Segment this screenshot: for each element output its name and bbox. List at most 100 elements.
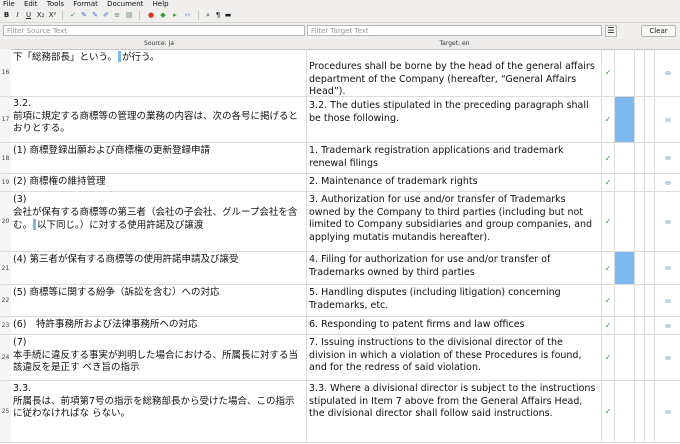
table-row[interactable]: 25 3.3. 所属長は、前項第7号の指示を総務部長から受けた場合、この指示に従…	[0, 381, 680, 443]
status-cell	[635, 285, 645, 316]
confirmed-icon: ✓	[602, 381, 615, 442]
comment-cell[interactable]	[655, 285, 680, 316]
format-icon[interactable]: ▬	[224, 11, 232, 20]
comment-cell[interactable]	[655, 381, 680, 442]
target-text: 3. Authorization for use and/or transfer…	[309, 194, 593, 243]
target-cell[interactable]: 1. Trademark registration applications a…	[307, 143, 602, 173]
comment-icon[interactable]	[664, 298, 671, 303]
comment-cell[interactable]	[655, 192, 680, 251]
list-icon[interactable]: ☰	[605, 25, 617, 37]
source-cell[interactable]: 3.3. 所属長は、前項第7号の指示を総務部長から受けた場合、この指示に従わなけ…	[11, 381, 307, 442]
source-cell[interactable]: (6) 特許事務所および法律事務所への対応	[11, 317, 307, 334]
pilcrow-icon[interactable]: ¶	[214, 11, 222, 20]
status-cell	[645, 317, 655, 334]
status-cell	[635, 381, 645, 442]
source-cell[interactable]: 下「総務部長」という。 が行う。	[11, 49, 307, 96]
merge-icon[interactable]: ≡	[113, 11, 121, 20]
comment-cell[interactable]	[655, 49, 680, 96]
source-cell[interactable]: 3.2. 前項に規定する商標等の管理の業務の内容は、次の各号に掲げるとおりとする…	[11, 97, 307, 142]
row-number: 20	[0, 192, 11, 251]
pencil-icon[interactable]: ✎	[80, 11, 88, 20]
edit-icon[interactable]: ✐	[102, 11, 110, 20]
underline-button[interactable]: U	[25, 11, 32, 20]
table-row[interactable]: 19 (2) 商標権の維持管理 2. Maintenance of tradem…	[0, 174, 680, 192]
source-cell[interactable]: (5) 商標等に関する紛争（訴訟を含む）への対応	[11, 285, 307, 316]
menu-file[interactable]: File	[3, 0, 15, 9]
comment-icon[interactable]	[664, 323, 671, 328]
subscript-button[interactable]: X₂	[36, 11, 45, 20]
comment-cell[interactable]	[655, 174, 680, 191]
source-text: (2) 商標権の維持管理	[13, 176, 106, 187]
table-row[interactable]: 17 3.2. 前項に規定する商標等の管理の業務の内容は、次の各号に掲げるとおり…	[0, 97, 680, 143]
source-cell[interactable]: (1) 商標登録出願および商標権の更新登録申請	[11, 143, 307, 173]
comment-icon[interactable]	[664, 117, 671, 122]
source-text: (1) 商標登録出願および商標権の更新登録申請	[13, 145, 210, 156]
comment-icon[interactable]	[664, 156, 671, 160]
source-cell[interactable]: (3) 会社が保有する商標等の第三者（会社の子会社、グループ会社を含む。 以下同じ…	[11, 192, 307, 251]
comment-cell[interactable]	[655, 252, 680, 284]
source-cell[interactable]: (2) 商標権の維持管理	[11, 174, 307, 191]
menu-format[interactable]: Format	[73, 0, 98, 9]
target-cell[interactable]: 7. Issuing instructions to the divisiona…	[307, 335, 602, 380]
binoculars-icon[interactable]: ⌕	[204, 11, 212, 20]
clear-button[interactable]: Clear	[641, 25, 676, 37]
menu-tools[interactable]: Tools	[47, 0, 64, 9]
table-row[interactable]: 22 (5) 商標等に関する紛争（訴訟を含む）への対応 5. Handling …	[0, 285, 680, 317]
bold-button[interactable]: B	[3, 11, 10, 20]
comment-icon[interactable]	[664, 355, 671, 360]
confirm-icon[interactable]: ✓	[69, 11, 77, 20]
menu-edit[interactable]: Edit	[24, 0, 38, 9]
status-cell	[645, 252, 655, 284]
comment-cell[interactable]	[655, 317, 680, 334]
source-cell[interactable]: (7) 本手続に違反する事実が判明した場合における、所属長に対する当該違反を是正…	[11, 335, 307, 380]
status-cell	[635, 97, 645, 142]
target-cell[interactable]: 3.3. Where a divisional director is subj…	[307, 381, 602, 442]
comment-icon[interactable]	[664, 409, 671, 414]
table-row[interactable]: 23 (6) 特許事務所および法律事務所への対応 6. Responding t…	[0, 317, 680, 335]
table-row[interactable]: 16 下「総務部長」という。 が行う。 Procedures shall be b…	[0, 49, 680, 97]
menu-document[interactable]: Document	[107, 0, 143, 9]
row-number: 25	[0, 381, 11, 442]
source-column-header[interactable]: Source: ja	[11, 39, 307, 49]
target-cell[interactable]: 3. Authorization for use and/or transfer…	[307, 192, 602, 251]
table-row[interactable]: 21 (4) 第三者が保有する商標等の使用許諾申請及び譲受 4. Filing …	[0, 252, 680, 285]
stop-icon[interactable]: ●	[147, 11, 155, 20]
table-row[interactable]: 24 (7) 本手続に違反する事実が判明した場合における、所属長に対する当該違反…	[0, 335, 680, 381]
confirmed-icon: ✓	[602, 252, 615, 284]
target-cell[interactable]: Procedures shall be borne by the head of…	[307, 49, 602, 96]
source-text: 3.2. 前項に規定する商標等の管理の業務の内容は、次の各号に掲げるとおりとする…	[13, 98, 299, 134]
menu-help[interactable]: Help	[153, 0, 169, 9]
filter-target-input[interactable]: Filter Target Text	[307, 25, 602, 36]
comment-cell[interactable]	[655, 335, 680, 380]
target-cell[interactable]: 3.2. The duties stipulated in the preced…	[307, 97, 602, 142]
target-cell[interactable]: 5. Handling disputes (including litigati…	[307, 285, 602, 316]
add-icon[interactable]: ◆	[159, 11, 167, 20]
status-cell	[645, 285, 655, 316]
status-cell	[645, 192, 655, 251]
superscript-button[interactable]: X²	[48, 11, 57, 20]
target-cell[interactable]: 4. Filing for authorization for use and/…	[307, 252, 602, 284]
next-icon[interactable]: ▸	[171, 11, 179, 20]
filter-source-input[interactable]: Filter Source Text	[3, 25, 305, 36]
comment-icon[interactable]	[664, 219, 671, 224]
comment-icon[interactable]	[664, 180, 671, 185]
tag-icon[interactable]: ‹›	[183, 11, 192, 20]
target-column-header[interactable]: Target: en	[307, 39, 602, 49]
table-icon[interactable]: ▤	[125, 11, 133, 20]
target-cell[interactable]: 6. Responding to patent firms and law of…	[307, 317, 602, 334]
source-cell[interactable]: (4) 第三者が保有する商標等の使用許諾申請及び譲受	[11, 252, 307, 284]
segment-table: Source: ja Target: en 16 下「総務部長」という。 が行う。…	[0, 39, 680, 444]
status-cell	[635, 317, 645, 334]
status-cell	[615, 285, 635, 316]
comment-cell[interactable]	[655, 97, 680, 142]
status-cell	[645, 143, 655, 173]
comment-icon[interactable]	[664, 266, 671, 270]
table-row[interactable]: 20 (3) 会社が保有する商標等の第三者（会社の子会社、グループ会社を含む。以…	[0, 192, 680, 252]
target-cell[interactable]: 2. Maintenance of trademark rights	[307, 174, 602, 191]
italic-button[interactable]: I	[14, 11, 21, 20]
comment-icon[interactable]	[664, 70, 671, 75]
table-row[interactable]: 18 (1) 商標登録出願および商標権の更新登録申請 1. Trademark …	[0, 143, 680, 174]
pencil-alt-icon[interactable]: ✎	[91, 11, 99, 20]
comment-cell[interactable]	[655, 143, 680, 173]
row-number: 18	[0, 143, 11, 173]
